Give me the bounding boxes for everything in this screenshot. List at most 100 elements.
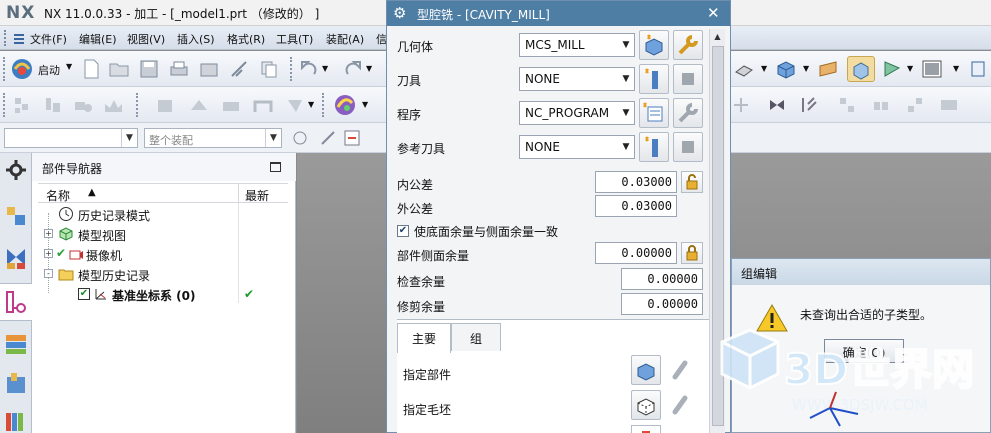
transform-icon-2[interactable] (766, 94, 788, 116)
operation-icon-5[interactable] (284, 94, 306, 116)
feature-checkbox[interactable]: ✔ (78, 288, 90, 300)
operation-icon-3[interactable] (220, 94, 242, 116)
reuse-library-icon[interactable] (3, 407, 29, 433)
outtol-field[interactable]: 0.03000 (595, 195, 677, 217)
transform-icon-4[interactable] (836, 94, 858, 116)
verify-dropdown-icon[interactable]: ▼ (362, 100, 368, 109)
new-tool-button[interactable] (639, 64, 669, 94)
transform-icon-1[interactable] (730, 94, 752, 116)
check-stock-field[interactable]: 0.00000 (621, 268, 703, 290)
redo-icon[interactable] (342, 58, 364, 80)
type-filter-combo[interactable]: ▼ (4, 128, 138, 148)
expand-button[interactable]: + (44, 229, 53, 238)
scroll-up-icon[interactable]: ▲ (710, 29, 725, 44)
tree-item-model-history[interactable]: - 模型历史记录 (38, 264, 288, 284)
create-tool-icon[interactable] (42, 94, 64, 116)
tab-main[interactable]: 主要 (397, 323, 451, 353)
column-name[interactable]: 名称 (46, 187, 70, 204)
operation-icon-2[interactable] (188, 94, 210, 116)
create-program-icon[interactable] (12, 94, 34, 116)
gear-icon[interactable] (3, 157, 29, 183)
tab-group[interactable]: 组 (451, 323, 501, 351)
cube-dropdown-icon[interactable]: ▼ (803, 64, 809, 73)
new-file-icon[interactable] (80, 58, 102, 80)
section-icon[interactable] (817, 58, 839, 80)
constraint-navigator-icon[interactable] (3, 245, 29, 271)
maximize-icon[interactable] (270, 162, 281, 172)
menu-insert[interactable]: 插入(S) (177, 31, 215, 47)
operation-icon-4[interactable] (252, 94, 274, 116)
menu-edit[interactable]: 编辑(E) (79, 31, 117, 47)
scope-filter-combo[interactable]: 整个装配 ▼ (144, 128, 282, 148)
copy-icon[interactable] (258, 58, 280, 80)
intol-field[interactable]: 0.03000 (595, 171, 677, 193)
create-geometry-icon[interactable] (72, 94, 94, 116)
background-icon[interactable] (921, 58, 943, 80)
start-icon[interactable] (10, 57, 36, 81)
triad-dropdown-icon[interactable]: ▼ (907, 64, 913, 73)
cut-icon[interactable] (228, 58, 250, 80)
snap-filter-icon[interactable] (342, 128, 362, 148)
column-latest[interactable]: 最新 (245, 187, 269, 204)
edit-geometry-button[interactable] (673, 30, 703, 60)
open-folder-icon[interactable] (108, 58, 130, 80)
part-side-stock-field[interactable]: 0.00000 (595, 242, 677, 264)
gear-icon[interactable]: ⚙ (393, 4, 406, 22)
menu-format[interactable]: 格式(R) (227, 31, 265, 47)
new-geometry-button[interactable] (639, 30, 669, 60)
dialog-title-bar[interactable]: ⚙ 型腔铣 - [CAVITY_MILL] ✕ (387, 1, 730, 26)
new-reference-tool-button[interactable] (639, 132, 669, 162)
undo-icon[interactable] (298, 58, 320, 80)
selection-options-icon[interactable] (290, 128, 310, 148)
menu-assembly[interactable]: 装配(A) (326, 31, 364, 47)
print-icon[interactable] (168, 58, 190, 80)
transform-icon-5[interactable] (870, 94, 892, 116)
transform-icon-3[interactable] (800, 94, 822, 116)
shade-icon[interactable] (733, 58, 755, 80)
transform-icon-6[interactable] (904, 94, 926, 116)
assembly-navigator-icon[interactable] (3, 203, 29, 229)
floor-same-as-side-checkbox[interactable]: ✔ (397, 225, 409, 237)
part-navigator-tab[interactable] (0, 283, 32, 321)
create-method-icon[interactable] (102, 94, 124, 116)
operation-icon-1[interactable] (154, 94, 176, 116)
column-divider[interactable] (238, 184, 239, 204)
collapse-button[interactable]: - (44, 269, 53, 278)
start-menu-button[interactable]: 启动 (38, 62, 60, 78)
transform-icon-7[interactable] (938, 94, 960, 116)
specify-part-button[interactable] (631, 355, 661, 385)
trim-stock-field[interactable]: 0.00000 (621, 293, 703, 315)
tool-select[interactable]: NONE ▼ (519, 67, 635, 91)
expand-button[interactable]: + (44, 249, 53, 258)
view-triad-icon[interactable] (881, 58, 903, 80)
menu-tools[interactable]: 工具(T) (276, 31, 313, 47)
tree-item-history-mode[interactable]: 历史记录模式 (38, 204, 288, 224)
menu-file[interactable]: 文件(F) (30, 31, 67, 47)
program-select[interactable]: NC_PROGRAM ▼ (519, 101, 635, 125)
operation-navigator-icon[interactable] (3, 331, 29, 357)
save-icon[interactable] (138, 58, 160, 80)
tree-item-datum-csys[interactable]: ✔ 基准坐标系 (0) ✔ (38, 284, 288, 304)
verify-toolpath-icon[interactable] (332, 93, 358, 117)
tree-item-cameras[interactable]: + ✔ 摄像机 (38, 244, 288, 264)
toolbar-grip[interactable] (3, 57, 6, 81)
unlock-icon[interactable] (681, 171, 703, 193)
menu-view[interactable]: 视图(V) (127, 31, 165, 47)
toolbar-grip[interactable] (3, 93, 6, 117)
tree-item-model-views[interactable]: + 模型视图 (38, 224, 288, 244)
close-icon[interactable]: ✕ (707, 4, 720, 22)
snap-point-icon[interactable] (318, 128, 338, 148)
operation-dropdown-icon[interactable]: ▼ (308, 100, 314, 109)
cube-icon[interactable] (775, 58, 797, 80)
cam-geometry-icon[interactable] (847, 56, 875, 82)
specify-blank-button[interactable] (631, 390, 661, 420)
plot-icon[interactable] (198, 58, 220, 80)
menu-grip-handle[interactable] (4, 30, 8, 46)
lock-icon[interactable] (681, 242, 703, 264)
background-dropdown-icon[interactable]: ▼ (953, 64, 959, 73)
reference-tool-select[interactable]: NONE ▼ (519, 135, 635, 159)
shade-dropdown-icon[interactable]: ▼ (761, 64, 767, 73)
undo-dropdown-icon[interactable]: ▼ (322, 64, 328, 73)
geometry-select[interactable]: MCS_MILL ▼ (519, 33, 635, 57)
more-tools-icon[interactable] (967, 58, 989, 80)
